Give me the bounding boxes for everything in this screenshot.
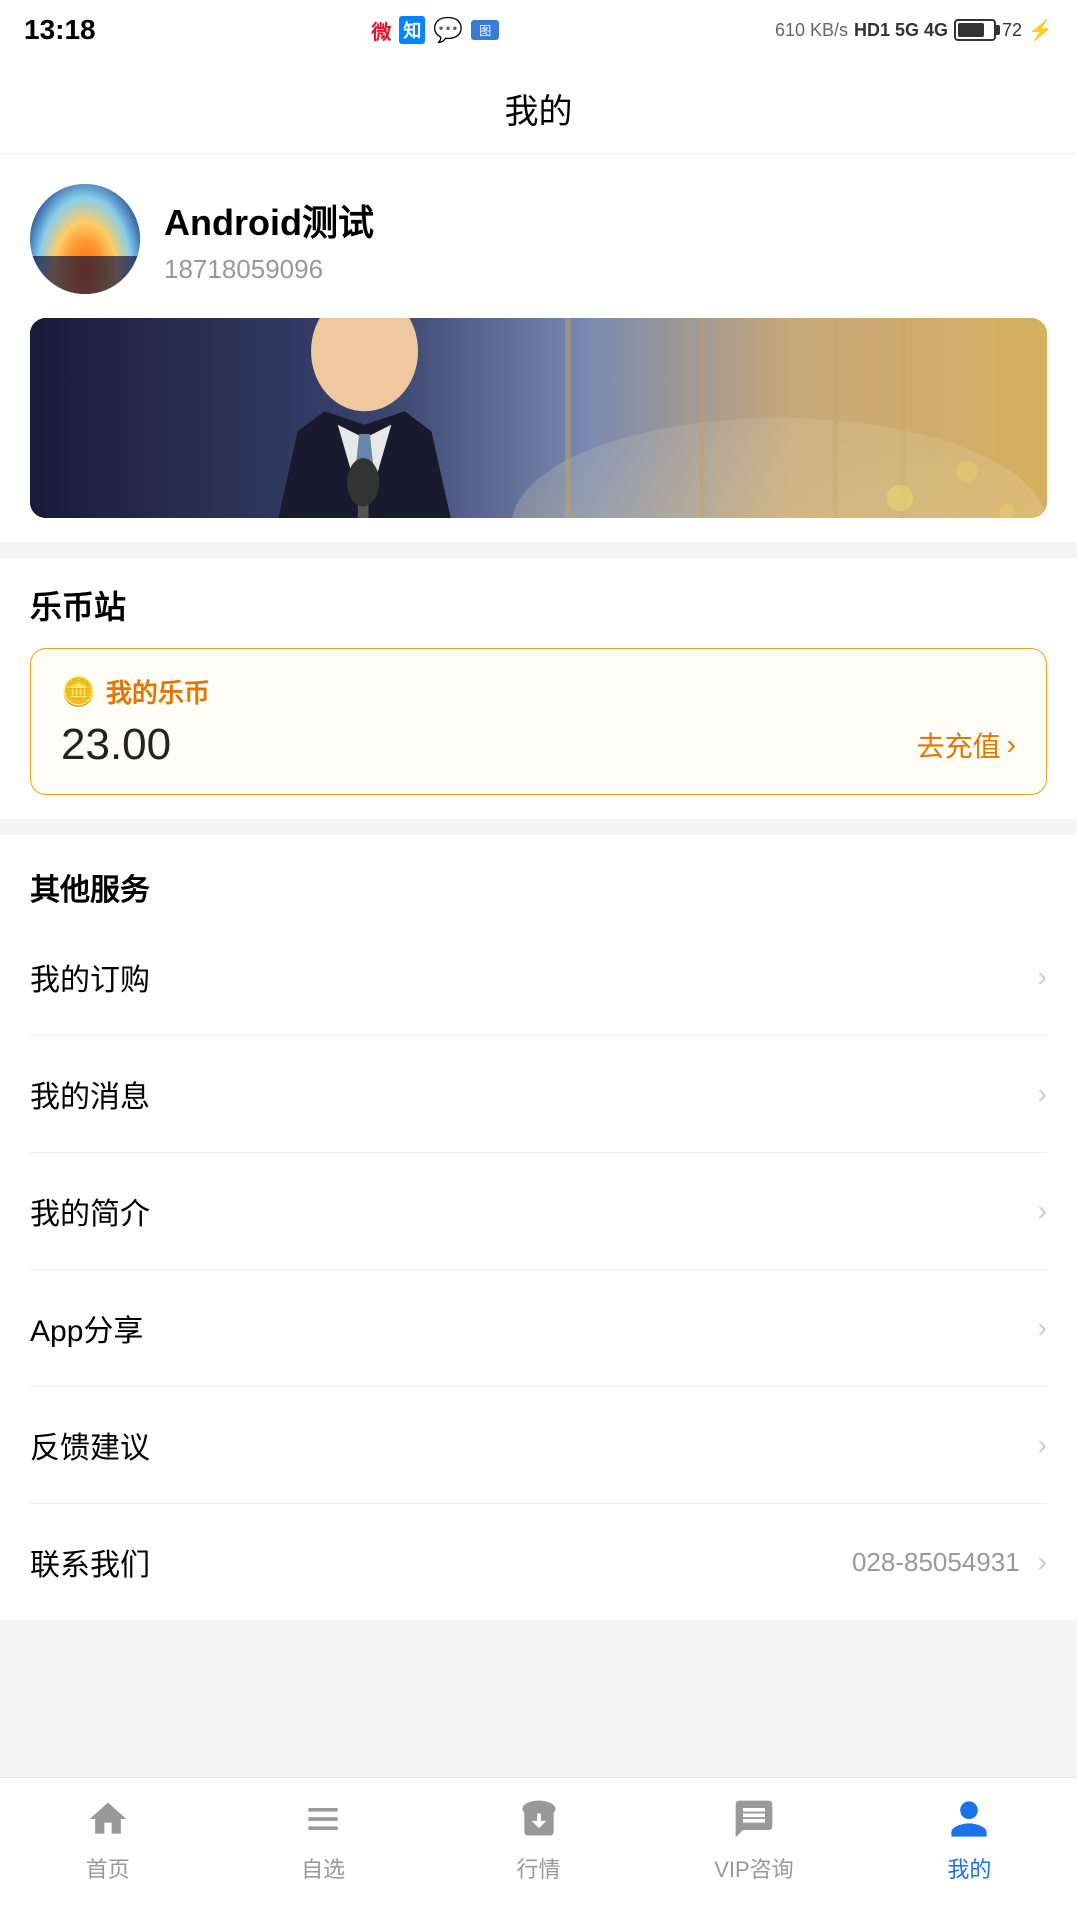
- contact-phone: 028-85054931: [852, 1547, 1020, 1578]
- profile-section: Android测试 18718059096: [0, 154, 1077, 318]
- status-bar: 13:18 微 知 💬 图 610 KB/s HD1 5G 4G 72 ⚡: [0, 0, 1077, 60]
- nav-label-watchlist: 自选: [301, 1852, 345, 1884]
- recharge-chevron-icon: ›: [1007, 729, 1016, 761]
- nav-label-vip: VIP咨询: [714, 1852, 793, 1884]
- chevron-profile-icon: ›: [1038, 1195, 1047, 1227]
- zhihu-icon: 知: [399, 16, 425, 44]
- battery-icon: [954, 19, 996, 41]
- battery-percentage: 72: [1002, 20, 1022, 41]
- nav-item-market[interactable]: 行情: [431, 1794, 646, 1884]
- nav-label-market: 行情: [517, 1852, 561, 1884]
- charging-icon: ⚡: [1028, 18, 1053, 43]
- avatar[interactable]: [30, 184, 140, 294]
- vip-svg: [732, 1797, 776, 1841]
- page-header: 我的: [0, 60, 1077, 154]
- star-icon: [298, 1794, 348, 1844]
- network-speed: 610 KB/s: [775, 20, 848, 41]
- coin-label-row: 🪙 我的乐币: [61, 673, 1016, 710]
- coin-amount: 23.00: [61, 720, 171, 770]
- profile-info: Android测试 18718059096: [164, 194, 1047, 285]
- nav-label-mine: 我的: [947, 1852, 991, 1884]
- chevron-contact-icon: ›: [1038, 1546, 1047, 1578]
- coin-row: 23.00 去充值 ›: [61, 720, 1016, 770]
- services-title: 其他服务: [30, 865, 1047, 909]
- nav-item-vip[interactable]: VIP咨询: [646, 1794, 861, 1884]
- home-svg: [86, 1797, 130, 1841]
- menu-item-messages[interactable]: 我的消息 ›: [30, 1036, 1047, 1153]
- recharge-button[interactable]: 去充值 ›: [917, 725, 1016, 765]
- profile-phone: 18718059096: [164, 254, 1047, 285]
- menu-item-subscription[interactable]: 我的订购 ›: [30, 919, 1047, 1036]
- menu-item-profile[interactable]: 我的简介 ›: [30, 1153, 1047, 1270]
- market-icon: [514, 1794, 564, 1844]
- carrier-info: HD1 5G 4G: [854, 20, 948, 41]
- profile-name: Android测试: [164, 194, 1047, 246]
- chevron-subscription-icon: ›: [1038, 961, 1047, 993]
- bottom-nav: 首页 自选 行情 VIP咨询 我的: [0, 1777, 1077, 1917]
- chevron-messages-icon: ›: [1038, 1078, 1047, 1110]
- nav-item-home[interactable]: 首页: [0, 1794, 215, 1884]
- banner-svg: [30, 318, 1047, 518]
- menu-label-feedback: 反馈建议: [30, 1423, 150, 1467]
- menu-label-messages: 我的消息: [30, 1072, 150, 1116]
- user-svg: [947, 1797, 991, 1841]
- status-icons: 微 知 💬 图: [371, 16, 499, 45]
- coin-section: 乐币站 🪙 我的乐币 23.00 去充值 ›: [0, 558, 1077, 819]
- vip-icon: [729, 1794, 779, 1844]
- market-svg: [517, 1797, 561, 1841]
- chevron-share-icon: ›: [1038, 1312, 1047, 1344]
- recharge-label: 去充值: [917, 725, 1001, 765]
- menu-item-feedback[interactable]: 反馈建议 ›: [30, 1387, 1047, 1504]
- coin-label: 我的乐币: [106, 673, 210, 710]
- coin-section-title: 乐币站: [30, 582, 1047, 628]
- weibo-icon: 微: [371, 16, 391, 45]
- nav-label-home: 首页: [86, 1852, 130, 1884]
- nav-item-watchlist[interactable]: 自选: [215, 1794, 430, 1884]
- menu-label-profile: 我的简介: [30, 1189, 150, 1233]
- banner-image[interactable]: [30, 318, 1047, 518]
- chevron-feedback-icon: ›: [1038, 1429, 1047, 1461]
- nav-item-mine[interactable]: 我的: [862, 1794, 1077, 1884]
- message-bubble-icon: 💬: [433, 16, 463, 45]
- status-right: 610 KB/s HD1 5G 4G 72 ⚡: [775, 18, 1053, 43]
- page-title: 我的: [505, 93, 573, 131]
- app-icon: 图: [471, 20, 499, 40]
- menu-label-subscription: 我的订购: [30, 955, 150, 999]
- menu-item-share[interactable]: App分享 ›: [30, 1270, 1047, 1387]
- star-svg: [301, 1797, 345, 1841]
- services-section: 其他服务 我的订购 › 我的消息 › 我的简介 › App分享 › 反馈建议 ›…: [0, 835, 1077, 1620]
- status-time: 13:18: [24, 14, 96, 46]
- user-icon: [944, 1794, 994, 1844]
- menu-label-contact: 联系我们: [30, 1540, 150, 1584]
- menu-label-share: App分享: [30, 1306, 143, 1350]
- menu-item-contact[interactable]: 联系我们 028-85054931 ›: [30, 1504, 1047, 1620]
- home-icon: [83, 1794, 133, 1844]
- coin-card: 🪙 我的乐币 23.00 去充值 ›: [30, 648, 1047, 795]
- coin-icon: 🪙: [61, 675, 96, 708]
- banner-section: [0, 318, 1077, 542]
